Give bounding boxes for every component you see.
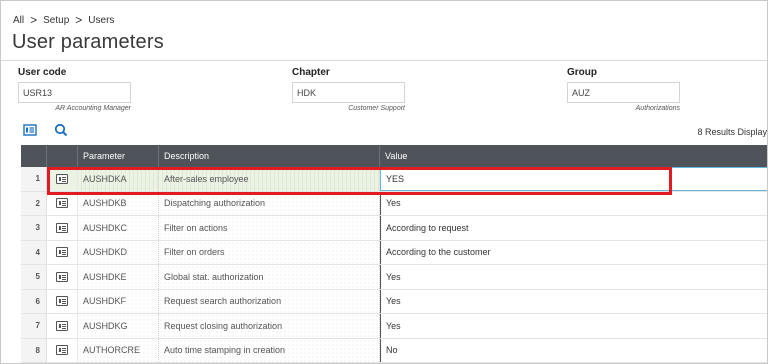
- value-cell[interactable]: Yes: [380, 191, 767, 215]
- header-num-column: [21, 145, 47, 167]
- chapter-label: Chapter: [292, 67, 330, 78]
- row-number: 3: [21, 216, 47, 240]
- table-row[interactable]: 1 AUSHDKA After-sales employee YES: [21, 167, 767, 192]
- row-number: 2: [21, 191, 47, 215]
- header-icon-column: [47, 145, 78, 167]
- user-code-description: AR Accounting Manager: [55, 105, 131, 112]
- row-detail-icon[interactable]: [47, 265, 78, 289]
- results-count: 8 Results Display: [697, 127, 767, 137]
- table-row[interactable]: 2 AUSHDKB Dispatching authorization Yes: [21, 191, 767, 216]
- value-cell[interactable]: Yes: [380, 314, 767, 338]
- value-cell[interactable]: No: [380, 338, 767, 362]
- parameter-cell: AUSHDKC: [78, 216, 159, 240]
- value-cell[interactable]: According to request: [380, 216, 767, 240]
- row-detail-icon[interactable]: [47, 289, 78, 313]
- table-row[interactable]: 7 AUSHDKG Request closing authorization …: [21, 314, 767, 339]
- parameter-cell: AUSHDKB: [78, 191, 159, 215]
- group-field: Group AUZ Authorizations: [567, 67, 680, 112]
- group-description: Authorizations: [635, 105, 680, 112]
- table-row[interactable]: 4 AUSHDKD Filter on orders According to …: [21, 240, 767, 265]
- parameter-cell: AUSHDKD: [78, 240, 159, 264]
- table-row[interactable]: 8 AUTHORCRE Auto time stamping in creati…: [21, 338, 767, 363]
- description-cell: Global stat. authorization: [159, 265, 380, 289]
- description-cell: Dispatching authorization: [159, 191, 380, 215]
- chapter-field: Chapter HDK Customer Support: [292, 67, 405, 112]
- row-number: 7: [21, 314, 47, 338]
- row-detail-icon[interactable]: [47, 240, 78, 264]
- grid-toolbar: 8 Results Display: [1, 123, 767, 139]
- user-code-field: User code USR13 AR Accounting Manager: [18, 67, 131, 112]
- group-label: Group: [567, 67, 597, 78]
- parameter-cell: AUSHDKF: [78, 289, 159, 313]
- row-detail-icon[interactable]: [47, 167, 78, 191]
- row-detail-icon[interactable]: [47, 191, 78, 215]
- row-detail-icon[interactable]: [47, 216, 78, 240]
- breadcrumb-separator: >: [75, 13, 83, 27]
- row-detail-icon[interactable]: [47, 338, 78, 362]
- row-number: 6: [21, 289, 47, 313]
- parameter-cell: AUTHORCRE: [78, 338, 159, 362]
- header-divider: [1, 60, 767, 61]
- search-icon[interactable]: [54, 123, 68, 137]
- value-cell[interactable]: Yes: [380, 289, 767, 313]
- parameters-grid: Parameter Description Value 1 AUSHDKA Af…: [21, 145, 767, 363]
- row-number: 8: [21, 338, 47, 362]
- breadcrumb-setup[interactable]: Setup: [43, 15, 69, 26]
- parameter-cell: AUSHDKG: [78, 314, 159, 338]
- breadcrumb-users[interactable]: Users: [88, 15, 114, 26]
- value-cell[interactable]: Yes: [380, 265, 767, 289]
- app-window: All > Setup > Users User parameters User…: [0, 0, 768, 364]
- breadcrumb: All > Setup > Users: [13, 13, 114, 27]
- description-cell: Request search authorization: [159, 289, 380, 313]
- breadcrumb-all[interactable]: All: [13, 15, 24, 26]
- parameter-cell: AUSHDKA: [78, 167, 159, 191]
- table-row[interactable]: 5 AUSHDKE Global stat. authorization Yes: [21, 265, 767, 290]
- description-cell: After-sales employee: [159, 167, 380, 191]
- description-cell: Filter on actions: [159, 216, 380, 240]
- list-view-icon[interactable]: [23, 123, 37, 137]
- value-cell[interactable]: YES: [380, 167, 767, 191]
- description-cell: Request closing authorization: [159, 314, 380, 338]
- header-description[interactable]: Description: [159, 145, 380, 167]
- table-row[interactable]: 3 AUSHDKC Filter on actions According to…: [21, 216, 767, 241]
- value-cell[interactable]: According to the customer: [380, 240, 767, 264]
- user-code-input[interactable]: USR13: [18, 82, 131, 103]
- group-input[interactable]: AUZ: [567, 82, 680, 103]
- page-title: User parameters: [12, 31, 164, 53]
- row-number: 4: [21, 240, 47, 264]
- description-cell: Filter on orders: [159, 240, 380, 264]
- description-cell: Auto time stamping in creation: [159, 338, 380, 362]
- parameter-cell: AUSHDKE: [78, 265, 159, 289]
- header-parameter[interactable]: Parameter: [78, 145, 159, 167]
- breadcrumb-separator: >: [30, 13, 38, 27]
- header-value[interactable]: Value: [380, 145, 767, 167]
- chapter-description: Customer Support: [348, 105, 405, 112]
- user-code-label: User code: [18, 67, 67, 78]
- row-number: 5: [21, 265, 47, 289]
- row-detail-icon[interactable]: [47, 314, 78, 338]
- grid-header: Parameter Description Value: [21, 145, 767, 167]
- chapter-input[interactable]: HDK: [292, 82, 405, 103]
- row-number: 1: [21, 167, 47, 191]
- table-row[interactable]: 6 AUSHDKF Request search authorization Y…: [21, 289, 767, 314]
